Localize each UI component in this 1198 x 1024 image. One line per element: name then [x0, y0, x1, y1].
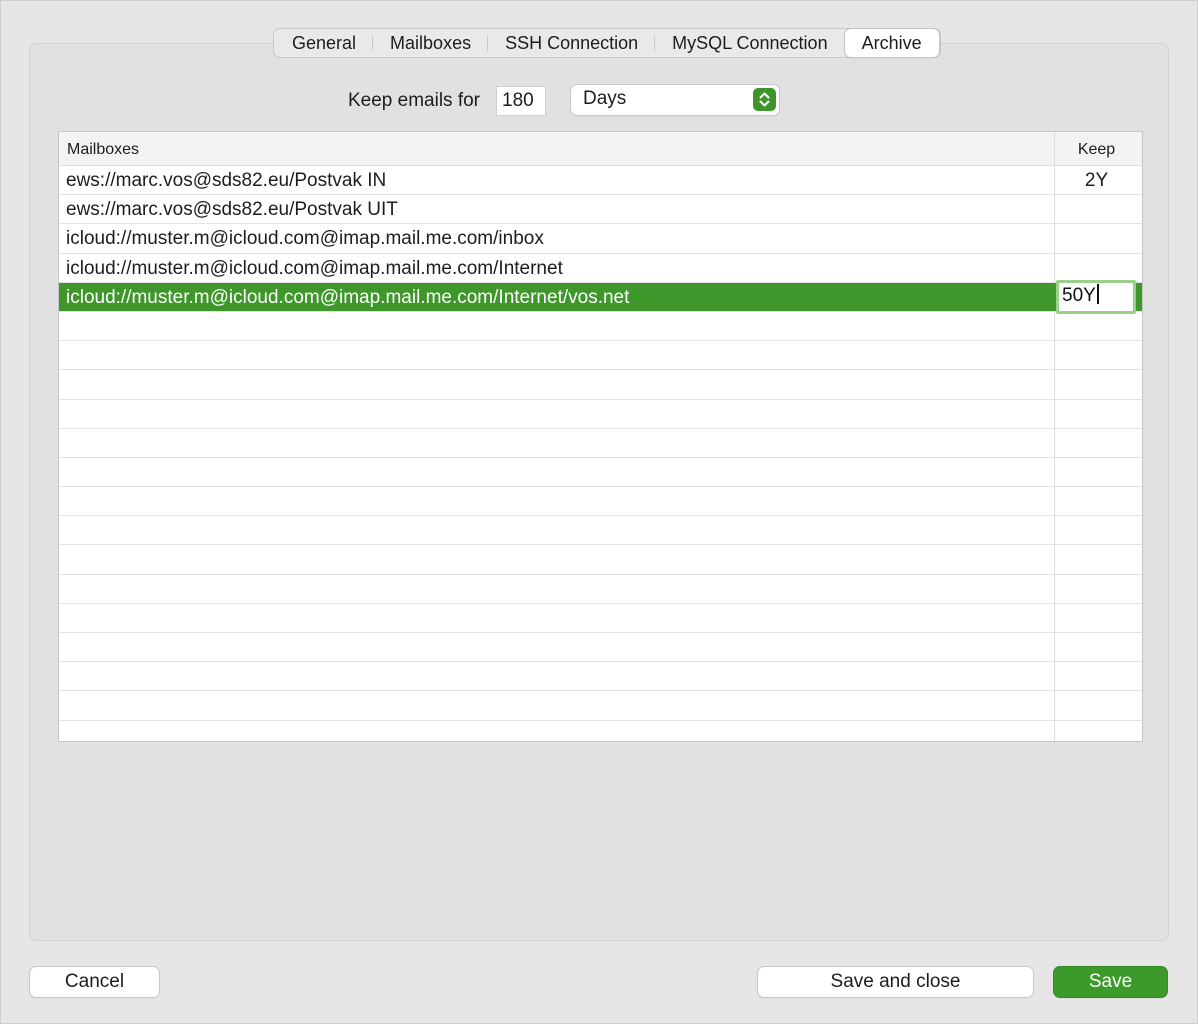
save-and-close-button[interactable]: Save and close: [758, 967, 1033, 997]
mailbox-cell: icloud://muster.m@icloud.com@imap.mail.m…: [66, 286, 630, 308]
table-row-empty: [59, 487, 1142, 517]
mailbox-cell: icloud://muster.m@icloud.com@imap.mail.m…: [66, 257, 563, 279]
tab-ssh-connection[interactable]: SSH Connection: [488, 29, 656, 57]
table-row-empty: [59, 662, 1142, 692]
table-row[interactable]: ews://marc.vos@sds82.eu/Postvak IN 2Y: [59, 166, 1142, 196]
preferences-window: General Mailboxes SSH Connection MySQL C…: [0, 0, 1198, 1024]
tab-general[interactable]: General: [275, 29, 374, 57]
table-row-empty: [59, 691, 1142, 721]
table-row-empty: [59, 633, 1142, 663]
column-header-keep[interactable]: Keep: [1055, 141, 1138, 159]
save-button[interactable]: Save: [1054, 967, 1167, 997]
table-row-empty: [59, 575, 1142, 604]
empty-rows: [59, 312, 1142, 721]
table-row-empty: [59, 458, 1142, 488]
column-header-mailboxes[interactable]: Mailboxes: [67, 141, 139, 159]
keep-edit-field[interactable]: 50Y: [1056, 279, 1136, 314]
mailbox-cell: icloud://muster.m@icloud.com@imap.mail.m…: [66, 228, 544, 250]
mailbox-table: Mailboxes Keep ews://marc.vos@sds82.eu/P…: [58, 131, 1143, 742]
table-row-empty: [59, 516, 1142, 546]
table-row-empty: [59, 429, 1142, 458]
table-row-empty: [59, 604, 1142, 633]
table-row-empty: [59, 400, 1142, 429]
table-row[interactable]: ews://marc.vos@sds82.eu/Postvak UIT: [59, 195, 1142, 225]
table-row-empty: [59, 341, 1142, 371]
keep-emails-label: Keep emails for: [348, 90, 481, 111]
retention-row: Keep emails for 180: [348, 86, 547, 116]
tab-bar: General Mailboxes SSH Connection MySQL C…: [273, 28, 941, 58]
text-caret: [1096, 283, 1099, 304]
keep-days-input[interactable]: 180: [496, 86, 547, 116]
keep-cell[interactable]: 2Y: [1055, 170, 1138, 192]
table-row-empty: [59, 312, 1142, 342]
tab-mailboxes[interactable]: Mailboxes: [373, 29, 489, 57]
table-body: ews://marc.vos@sds82.eu/Postvak IN 2Y ew…: [59, 166, 1142, 721]
tab-mysql-connection[interactable]: MySQL Connection: [655, 29, 844, 57]
mailbox-cell: ews://marc.vos@sds82.eu/Postvak IN: [66, 170, 387, 191]
table-row-empty: [59, 545, 1142, 575]
table-row-empty: [59, 370, 1142, 400]
unit-select-value: Days: [583, 88, 627, 109]
tab-archive[interactable]: Archive: [844, 29, 939, 57]
table-header: Mailboxes Keep: [59, 132, 1142, 166]
mailbox-cell: ews://marc.vos@sds82.eu/Postvak UIT: [66, 199, 398, 221]
chevron-up-down-icon: [753, 88, 776, 111]
unit-select[interactable]: Days: [571, 85, 779, 115]
table-row[interactable]: icloud://muster.m@icloud.com@imap.mail.m…: [59, 254, 1142, 283]
table-row-selected[interactable]: icloud://muster.m@icloud.com@imap.mail.m…: [59, 279, 1142, 314]
keep-edit-value: 50Y: [1062, 284, 1096, 306]
cancel-button[interactable]: Cancel: [30, 967, 159, 997]
table-row[interactable]: icloud://muster.m@icloud.com@imap.mail.m…: [59, 224, 1142, 254]
